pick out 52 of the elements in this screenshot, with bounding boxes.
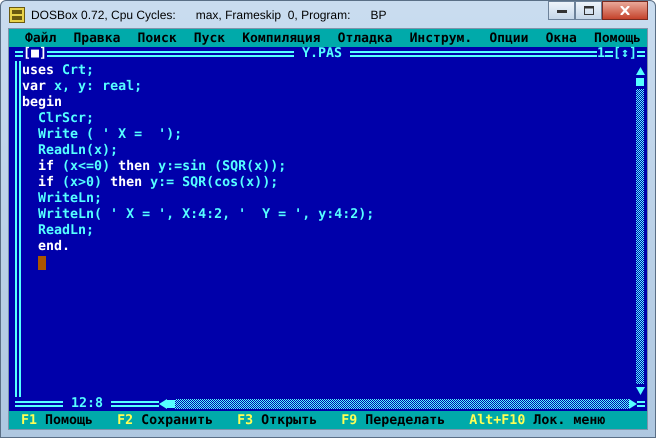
close-button[interactable] (602, 1, 648, 20)
close-box[interactable]: [■] (23, 47, 48, 61)
maximize-button[interactable] (575, 1, 602, 20)
code-line: WriteLn; (37, 191, 102, 207)
code-line: Write ( ' X = '); (37, 127, 182, 143)
code-line: if (x>0) then y:= SQR(cos(x)); (37, 175, 278, 191)
frame-border (604, 51, 613, 57)
app-icon (9, 6, 25, 22)
code-line: ReadLn; (37, 223, 94, 239)
menu-item[interactable]: Инструм. (410, 30, 472, 46)
status-item[interactable]: F1 Помощь (21, 412, 94, 428)
menu-item[interactable]: Компиляция (242, 30, 321, 46)
menu-item[interactable]: Файл (25, 30, 56, 46)
code-line: uses Crt; (22, 63, 94, 79)
scroll-left-icon[interactable] (159, 399, 168, 409)
status-item[interactable]: F2 Сохранить (117, 412, 214, 428)
status-item[interactable]: Alt+F10 Лок. меню (469, 412, 606, 428)
code-line: ReadLn(x); (37, 143, 118, 159)
scroll-thumb[interactable] (636, 78, 644, 86)
cursor-position: 12:8 (70, 397, 104, 411)
code-line: begin (22, 95, 62, 111)
code-line: WriteLn( ' X = ', X:4:2, ' Y = ', y:4:2); (37, 207, 374, 223)
close-icon (620, 6, 630, 15)
scroll-down-icon[interactable] (636, 387, 644, 395)
menu-item[interactable]: Пуск (194, 30, 226, 46)
status-item[interactable]: F9 Переделать (341, 412, 446, 428)
frame-border (637, 401, 645, 407)
code-line: end. (37, 239, 70, 255)
menu-item[interactable]: Поиск (138, 30, 177, 46)
maximize-icon (584, 6, 594, 15)
code-line: if (x<=0) then y:=sin (SQR(x)); (37, 159, 286, 175)
window-title: DOSBox 0.72, Cpu Cycles: max, Frameskip 0, Program: BP (31, 8, 388, 22)
status-item[interactable]: F3 Открыть (237, 412, 318, 428)
menu-item[interactable]: Отладка (338, 30, 392, 46)
scroll-up-icon[interactable] (636, 67, 644, 75)
scroll-thumb[interactable] (167, 400, 176, 408)
code-line: var x, y: real; (22, 79, 142, 95)
frame-border (15, 51, 23, 57)
menu-item[interactable]: Окна (546, 30, 577, 46)
frame-border (15, 401, 63, 407)
horizontal-scrollbar[interactable] (159, 399, 637, 409)
menu-item[interactable]: Опции (489, 30, 528, 46)
menu-item[interactable]: Правка (73, 30, 120, 46)
zoom-box[interactable]: [↕] (612, 47, 638, 61)
code-line: ClrScr; (37, 111, 94, 127)
minimize-button[interactable] (548, 1, 575, 20)
minimize-icon (556, 8, 566, 12)
file-title: Y.PAS (300, 47, 344, 61)
window-number: 1 (596, 47, 605, 61)
frame-border (637, 51, 646, 57)
frame-border (111, 401, 160, 407)
menu-item[interactable]: Помощь (594, 30, 641, 46)
